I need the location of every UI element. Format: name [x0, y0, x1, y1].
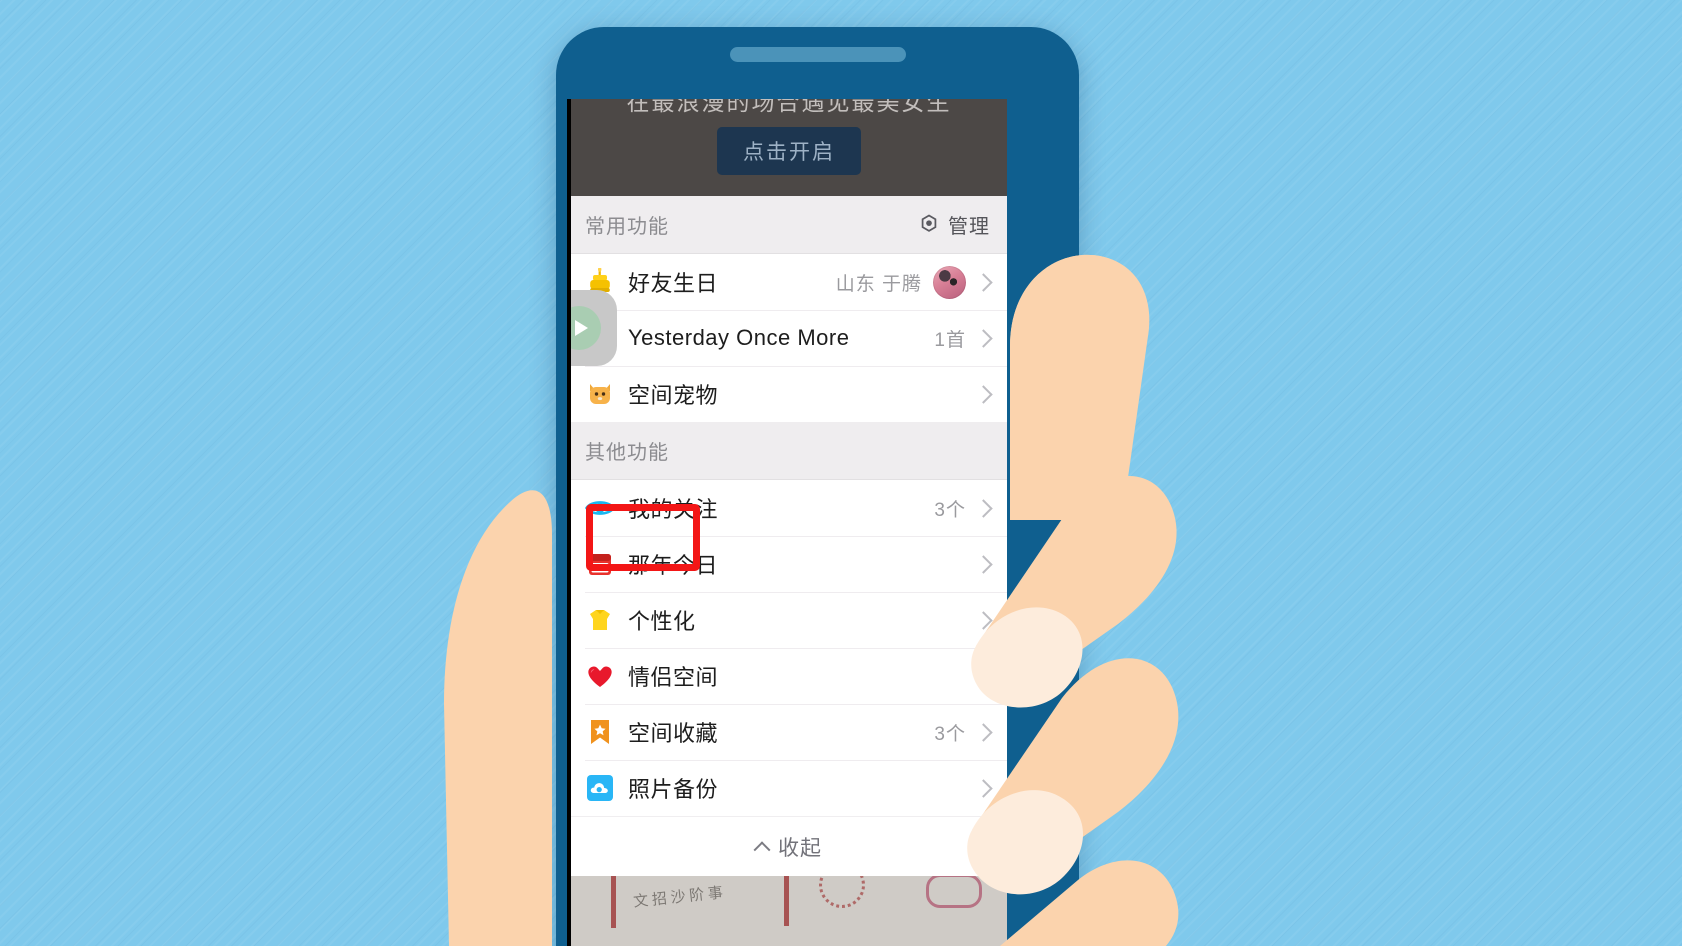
calendar-icon	[585, 549, 615, 579]
manage-label: 管理	[948, 216, 990, 238]
decor-ring	[819, 876, 865, 908]
chevron-right-icon	[974, 328, 993, 348]
list-item-meta: 山东 于腾	[835, 273, 922, 295]
decor-red-line	[784, 876, 789, 926]
section-header-common: 常用功能 管理	[571, 196, 1007, 254]
list-item-photo-backup[interactable]: 照片备份	[571, 760, 1007, 816]
list-item-music[interactable]: Yesterday Once More 1首	[571, 290, 1007, 366]
cloud-photo-icon	[585, 773, 615, 803]
eye-icon	[585, 493, 615, 523]
list-item-friend-birthday[interactable]: 好友生日 山东 于腾	[571, 254, 1007, 310]
list-item-that-year-today[interactable]: 那年今日	[571, 536, 1007, 592]
earpiece-speaker	[729, 47, 906, 62]
list-item-label: 照片备份	[628, 777, 719, 802]
music-play-icon-slot	[571, 290, 617, 366]
chevron-right-icon	[974, 554, 993, 574]
promo-title: 在最浪漫的场合遇见最美女生	[626, 99, 952, 115]
thumb	[444, 490, 552, 946]
chevron-right-icon	[974, 666, 993, 686]
chevron-right-icon	[974, 722, 993, 742]
list-item-label: 个性化	[628, 609, 696, 634]
section-header-other: 其他功能	[571, 422, 1007, 480]
pet-fox-icon	[585, 379, 615, 409]
chevron-right-icon	[974, 610, 993, 630]
list-item-label: 我的关注	[628, 497, 719, 522]
promo-open-button[interactable]: 点击开启	[717, 127, 861, 175]
section-title-other: 其他功能	[585, 442, 669, 464]
list-item-label: 空间收藏	[628, 721, 719, 746]
promo-banner[interactable]: 在最浪漫的场合遇见最美女生 点击开启	[571, 99, 1007, 196]
bookmark-star-icon	[585, 717, 615, 747]
gear-icon	[921, 213, 937, 232]
caret-up-icon	[753, 840, 771, 858]
decor-scribble: 文 招 沙 阶 事	[632, 885, 724, 911]
list-item-couple-space[interactable]: 情侣空间	[571, 648, 1007, 704]
list-item-label: 那年今日	[628, 553, 719, 578]
list-item-label: 情侣空间	[628, 665, 719, 690]
list-item-meta: 3个	[934, 499, 966, 521]
shirt-icon	[585, 605, 615, 635]
screenshot-stage: 在最浪漫的场合遇见最美女生 点击开启 常用功能 管理 好友生日 山东 于腾 Ye…	[0, 0, 1682, 946]
chevron-right-icon	[974, 384, 993, 404]
avatar[interactable]	[933, 265, 966, 299]
list-item-label: Yesterday Once More	[628, 325, 850, 350]
music-play-icon[interactable]	[571, 290, 617, 366]
chevron-right-icon	[974, 778, 993, 798]
manage-button[interactable]: 管理	[918, 210, 990, 239]
decor-red-line	[611, 876, 616, 928]
collapse-button[interactable]: 收起	[571, 816, 1007, 876]
list-item-meta: 3个	[934, 723, 966, 745]
chevron-right-icon	[974, 272, 993, 292]
list-item-space-favorites[interactable]: 空间收藏 3个	[571, 704, 1007, 760]
chevron-right-icon	[974, 498, 993, 518]
music-disc	[571, 306, 601, 350]
collapse-label: 收起	[778, 836, 822, 860]
section-title-common: 常用功能	[585, 216, 669, 238]
list-item-my-follows[interactable]: 我的关注 3个	[571, 480, 1007, 536]
decor-bubble	[926, 876, 982, 908]
list-item-personalize[interactable]: 个性化	[571, 592, 1007, 648]
phone-screen: 在最浪漫的场合遇见最美女生 点击开启 常用功能 管理 好友生日 山东 于腾 Ye…	[567, 99, 1007, 946]
list-item-meta: 1首	[934, 329, 966, 351]
page-content-behind: 文 招 沙 阶 事	[571, 876, 1007, 946]
play-triangle-icon	[575, 320, 588, 336]
list-item-label: 空间宠物	[628, 383, 719, 408]
phone-device: 在最浪漫的场合遇见最美女生 点击开启 常用功能 管理 好友生日 山东 于腾 Ye…	[556, 27, 1079, 946]
heart-icon	[585, 661, 615, 691]
list-item-space-pet[interactable]: 空间宠物	[571, 366, 1007, 422]
list-item-label: 好友生日	[628, 271, 719, 296]
